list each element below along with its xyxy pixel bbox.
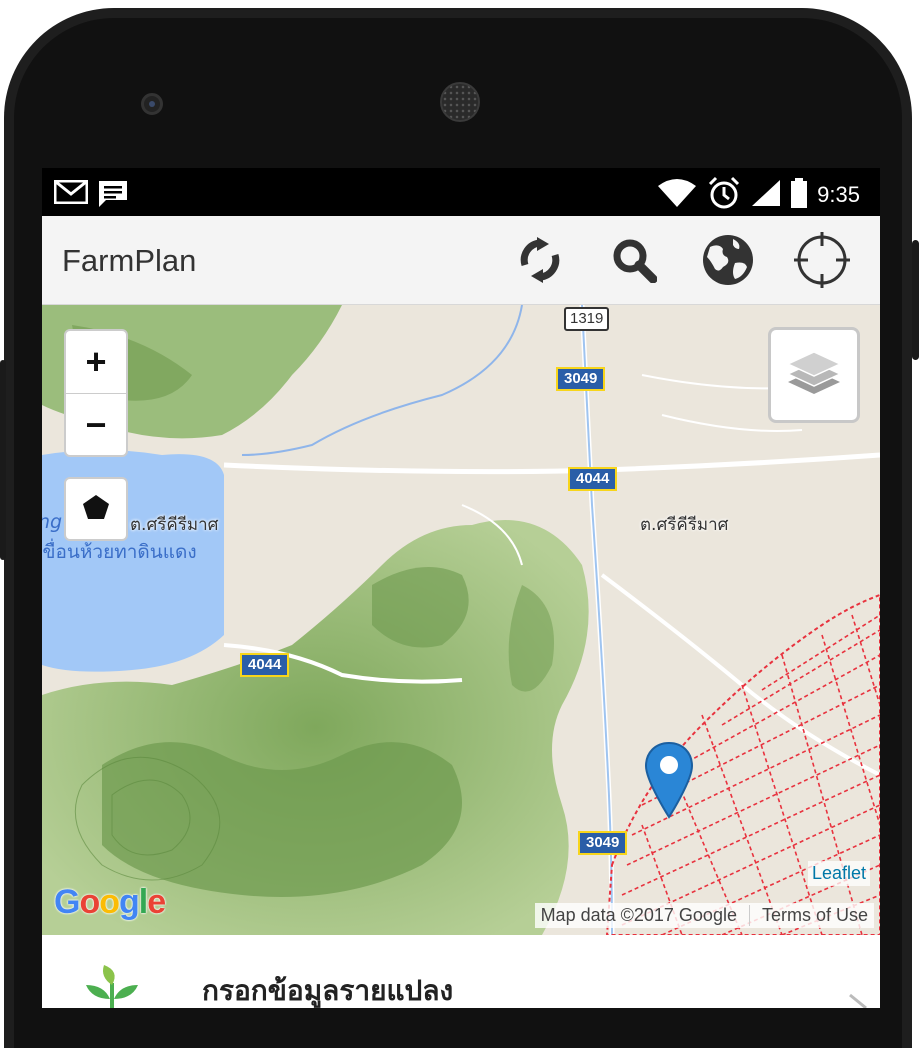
water-label: เขื่อนห้วยทาดินแดง <box>42 541 197 563</box>
map-tiles <box>42 305 880 935</box>
alarm-icon <box>707 176 741 214</box>
road-number: 4044 <box>576 470 610 487</box>
sync-icon <box>517 237 563 287</box>
screen: 9:35 FarmPlan g เขื่อนห้วยทาดินแดง ต.ศรี… <box>42 168 880 1008</box>
volume-button <box>0 360 6 560</box>
layers-button[interactable] <box>768 327 860 423</box>
status-bar: 9:35 <box>42 168 880 216</box>
zoom-in-button[interactable]: + <box>66 331 126 394</box>
zoom-control: + − <box>64 329 128 457</box>
clock: 9:35 <box>817 182 860 207</box>
battery-icon <box>791 178 808 212</box>
place-label-right: ต.ศรีคีรีมาศ <box>640 515 729 535</box>
road-shield-3049-top: 3049 <box>556 367 606 391</box>
road-number: 3049 <box>564 370 598 387</box>
globe-icon <box>701 233 755 291</box>
place-label-left: ต.ศรีคีรีมาศ <box>130 515 219 535</box>
sync-button[interactable] <box>512 234 568 290</box>
road-shield-4044-top: 4044 <box>568 467 618 491</box>
power-button <box>912 240 919 360</box>
message-icon <box>98 180 128 212</box>
front-camera <box>141 93 163 115</box>
road-shield-1319: 1319 <box>564 307 610 331</box>
plot-info-panel[interactable]: กรอกข้อมูลรายแปลง <box>42 935 880 1008</box>
map-marker-icon <box>644 741 694 823</box>
map-attribution: Map data ©2017 Google Terms of Use <box>534 903 874 928</box>
chevron-right-icon <box>846 993 870 1008</box>
locate-icon <box>794 232 850 292</box>
zoom-out-button[interactable]: − <box>66 394 126 456</box>
plot-info-title: กรอกข้อมูลรายแปลง <box>202 974 454 1007</box>
road-number: 3049 <box>586 834 620 851</box>
draw-polygon-button[interactable] <box>64 477 128 541</box>
leaflet-link[interactable]: Leaflet <box>807 861 870 886</box>
terms-of-use-link[interactable]: Terms of Use <box>762 905 868 926</box>
locate-button[interactable] <box>794 232 850 292</box>
road-shield-4044-left: 4044 <box>240 653 290 677</box>
gmail-icon <box>53 179 89 212</box>
globe-button[interactable] <box>700 234 756 290</box>
app-title: FarmPlan <box>62 243 197 278</box>
search-icon <box>611 237 658 287</box>
map-data-text: Map data ©2017 Google <box>540 905 737 925</box>
road-shield-3049-bottom: 3049 <box>578 831 628 855</box>
layers-icon <box>786 348 842 402</box>
signal-icon <box>751 179 781 211</box>
plant-icon <box>82 965 142 1008</box>
location-marker[interactable] <box>644 741 694 823</box>
polygon-icon <box>82 494 110 524</box>
earpiece-speaker <box>440 82 480 122</box>
attribution-divider <box>748 905 750 926</box>
search-button[interactable] <box>606 234 662 290</box>
google-logo: Google <box>54 883 166 921</box>
road-number: 4044 <box>248 656 282 673</box>
water-label-prefix: ng <box>42 511 63 533</box>
map-view[interactable]: ng เขื่อนห้วยทาดินแดง ต.ศรีคีรีมาศ ต.ศรี… <box>42 305 880 935</box>
wifi-icon <box>657 178 697 212</box>
app-bar: FarmPlan <box>42 216 880 305</box>
phone-frame: 9:35 FarmPlan g เขื่อนห้วยทาดินแดง ต.ศรี… <box>0 0 919 1048</box>
